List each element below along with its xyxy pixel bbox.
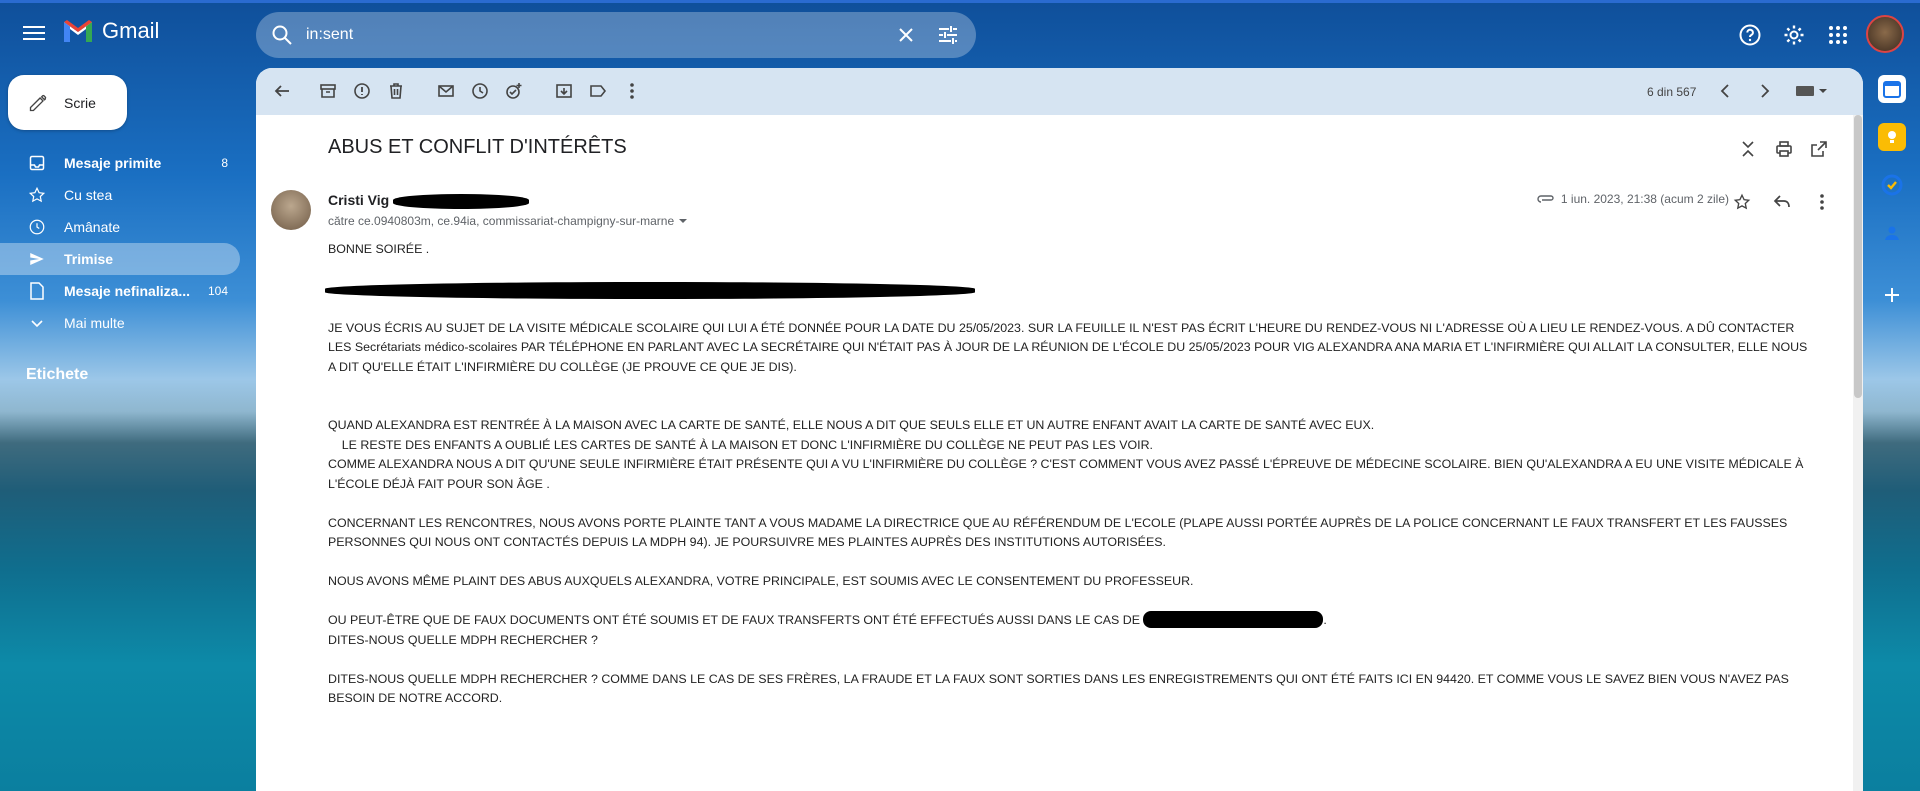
print-icon[interactable] (1773, 138, 1795, 160)
pencil-icon (29, 94, 47, 111)
compose-label: Scrie (64, 94, 96, 111)
recipient-details-chevron-icon[interactable] (678, 217, 688, 225)
mark-unread-icon[interactable] (434, 79, 458, 103)
body-paragraph-with-redaction: OU PEUT-ÊTRE QUE DE FAUX DOCUMENTS ONT É… (328, 611, 1813, 631)
gmail-m-icon (64, 20, 92, 42)
message-more-icon[interactable] (1810, 190, 1834, 214)
contacts-icon[interactable] (1878, 219, 1906, 247)
search-options-icon[interactable] (934, 21, 962, 49)
app-name: Gmail (102, 18, 160, 43)
message-toolbar: 6 din 567 (256, 68, 1863, 115)
sidebar-item-label: Mesaje primite (64, 155, 162, 171)
clear-search-icon[interactable] (892, 21, 920, 49)
body-paragraph: LE RESTE DES ENFANTS A OUBLIÉ LES CARTES… (328, 437, 1153, 452)
redaction-sender-email (393, 194, 529, 209)
report-spam-icon[interactable] (350, 79, 374, 103)
add-addon-icon[interactable] (1878, 281, 1906, 309)
body-paragraph: QUAND ALEXANDRA EST RENTRÉE À LA MAISON … (328, 418, 1375, 432)
search-bar (256, 12, 976, 58)
reply-icon[interactable] (1770, 190, 1794, 214)
body-paragraph: CONCERNANT LES RENCONTRES, NOUS AVONS PO… (328, 515, 1791, 550)
recipients-line[interactable]: către ce.0940803m, ce.94ia, commissariat… (328, 214, 688, 228)
label-icon[interactable] (586, 79, 610, 103)
star-message-icon[interactable] (1730, 190, 1754, 214)
main-menu-icon[interactable] (20, 22, 48, 46)
redaction-body-line (325, 281, 975, 299)
body-text-fragment: OU PEUT-ÊTRE QUE DE FAUX DOCUMENTS ONT É… (328, 613, 1140, 627)
add-to-tasks-icon[interactable] (502, 79, 526, 103)
chevron-down-icon (28, 314, 46, 332)
sidebar-item-sent[interactable]: Trimise (0, 243, 240, 275)
side-panel (1872, 75, 1912, 329)
sender-name[interactable]: Cristi Vig (328, 192, 389, 208)
sidebar-item-snoozed[interactable]: Amânate (0, 211, 240, 243)
message-date: 1 iun. 2023, 21:38 (acum 2 zile) (1560, 192, 1729, 206)
draft-icon (28, 282, 46, 300)
sidebar-item-inbox[interactable]: Mesaje primite 8 (0, 147, 240, 179)
body-greeting: BONNE SOIRÉE . (328, 242, 430, 256)
back-arrow-icon[interactable] (270, 79, 294, 103)
inbox-icon (28, 154, 46, 172)
search-input[interactable] (304, 25, 892, 45)
sidebar-item-drafts[interactable]: Mesaje nefinaliza... 104 (0, 275, 240, 307)
recipients-text: către ce.0940803m, ce.94ia, commissariat… (328, 214, 675, 228)
delete-icon[interactable] (384, 79, 408, 103)
more-options-icon[interactable] (620, 79, 644, 103)
help-icon[interactable] (1737, 22, 1763, 48)
gmail-logo[interactable]: Gmail (62, 18, 159, 44)
body-paragraph: DITES-NOUS QUELLE MDPH RECHERCHER ? COMM… (328, 671, 1793, 706)
message-scrollbar[interactable] (1853, 115, 1863, 791)
body-text-fragment: . (1323, 613, 1327, 627)
sidebar-item-label: Amânate (64, 219, 121, 235)
sidebar-item-starred[interactable]: Cu stea (0, 179, 240, 211)
compose-button[interactable]: Scrie (8, 75, 127, 130)
sidebar-item-label: Trimise (64, 251, 114, 267)
older-chevron-right-icon[interactable] (1753, 79, 1777, 103)
newer-chevron-left-icon[interactable] (1713, 79, 1737, 103)
settings-gear-icon[interactable] (1781, 22, 1807, 48)
move-to-icon[interactable] (552, 79, 576, 103)
email-subject: ABUS ET CONFLIT D'INTÉRÊTS (328, 136, 627, 158)
archive-icon[interactable] (316, 79, 340, 103)
sidebar-item-label: Mai multe (64, 315, 125, 331)
keep-icon[interactable] (1878, 123, 1906, 151)
account-avatar[interactable] (1866, 15, 1904, 53)
message-pane: 6 din 567 ABUS ET CONFLIT D'INTÉRÊTS Cri… (256, 68, 1863, 791)
calendar-icon[interactable] (1878, 75, 1906, 103)
apps-grid-icon[interactable] (1825, 22, 1851, 48)
expand-collapse-icon[interactable] (1737, 138, 1759, 160)
sidebar-item-label: Cu stea (64, 187, 113, 203)
message-meta: 1 iun. 2023, 21:38 (acum 2 zile) (1537, 192, 1729, 206)
unread-count: 8 (221, 156, 228, 170)
body-paragraph: NOUS AVONS MÊME PLAINT DES ABUS AUXQUELS… (328, 574, 1194, 588)
email-body: BONNE SOIRÉE . JE VOUS ÉCRIS AU SUJET DE… (325, 240, 1813, 709)
attachment-icon (1537, 195, 1554, 203)
snooze-clock-icon[interactable] (468, 79, 492, 103)
scrollbar-thumb[interactable] (1854, 115, 1862, 398)
sidebar-item-more[interactable]: Mai multe (0, 307, 240, 339)
body-paragraph: COMME ALEXANDRA NOUS A DIT QU'UNE SEULE … (328, 457, 1807, 491)
body-paragraph: DITES-NOUS QUELLE MDPH RECHERCHER ? (328, 632, 598, 647)
tasks-icon[interactable] (1878, 171, 1906, 199)
star-icon (28, 186, 46, 204)
body-paragraph: JE VOUS ÉCRIS AU SUJET DE LA VISITE MÉDI… (328, 320, 1811, 374)
redaction-inline (1143, 611, 1324, 628)
open-new-window-icon[interactable] (1808, 138, 1830, 160)
sender-avatar[interactable] (271, 190, 311, 230)
search-icon[interactable] (270, 23, 294, 47)
send-icon (28, 250, 46, 268)
sidebar-nav: Mesaje primite 8 Cu stea Amânate Trimise… (0, 147, 240, 339)
sidebar-item-label: Mesaje nefinaliza... (64, 283, 191, 299)
clock-icon (28, 218, 46, 236)
input-tools-keyboard-icon[interactable] (1792, 79, 1832, 103)
labels-heading: Etichete (26, 366, 89, 383)
pager-count: 6 din 567 (1647, 85, 1697, 99)
draft-count: 104 (207, 284, 228, 298)
top-accent-line (0, 0, 1920, 3)
